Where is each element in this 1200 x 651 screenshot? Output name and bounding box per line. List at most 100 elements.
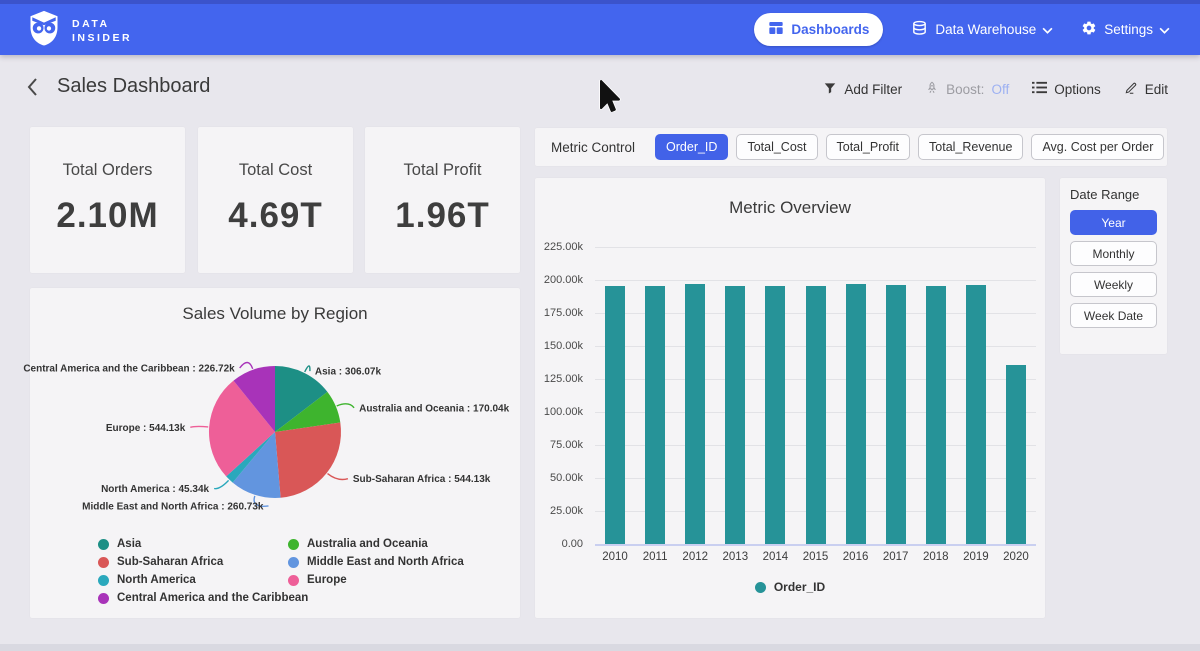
x-tick-label: 2019 <box>956 551 996 563</box>
range-button-monthly[interactable]: Monthly <box>1070 241 1157 266</box>
gridline <box>595 280 1036 281</box>
settings-menu[interactable]: Settings <box>1081 20 1170 39</box>
kpi-total-cost: Total Cost 4.69T <box>198 127 353 273</box>
legend-dot <box>288 575 299 586</box>
list-icon <box>1032 81 1047 97</box>
pie-slice-label: North America : 45.34k <box>101 484 209 495</box>
y-tick-label: 200.00k <box>535 274 583 286</box>
page-header: Sales Dashboard Add Filter Boost: Off Op… <box>0 55 1200 121</box>
pie-slice-label: Asia : 306.07k <box>315 367 382 378</box>
bar-2010[interactable] <box>605 286 625 544</box>
metric-button-total-profit[interactable]: Total_Profit <box>826 134 911 160</box>
bar-x-axis: 2010201120122013201420152016201720182019… <box>595 551 1036 567</box>
pie-legend-col-0: Asia Sub-Saharan Africa North America Centr… <box>98 535 308 607</box>
pie-slice-label: Europe : 544.13k <box>106 423 186 434</box>
legend-dot <box>98 575 109 586</box>
kpi-value: 2.10M <box>30 196 185 236</box>
kpi-total-orders: Total Orders 2.10M <box>30 127 185 273</box>
add-filter-button[interactable]: Add Filter <box>823 81 902 98</box>
brand-logo[interactable]: DATA INSIDER <box>26 9 132 52</box>
chevron-down-icon <box>1042 22 1053 37</box>
legend-dot-order-id <box>755 582 766 593</box>
rocket-icon <box>925 80 939 98</box>
pie-legend-item[interactable]: Asia <box>98 535 308 553</box>
brand-line1: DATA <box>72 18 132 30</box>
top-navbar: DATA INSIDER Dashboards Data W <box>0 0 1200 55</box>
x-tick-label: 2015 <box>796 551 836 563</box>
pie-slice-sub-saharan-africa[interactable] <box>275 423 341 498</box>
sales-volume-chart-card: Sales Volume by Region Asia : 306.07kAus… <box>30 288 520 618</box>
pie-legend-item[interactable]: Europe <box>288 571 464 589</box>
kpi-total-profit: Total Profit 1.96T <box>365 127 520 273</box>
legend-dot <box>98 593 109 604</box>
metric-button-order-id[interactable]: Order_ID <box>655 134 728 160</box>
pie-callout-line <box>305 366 310 372</box>
legend-dot <box>98 557 109 568</box>
pie-slice-label: Central America and the Caribbean : 226.… <box>23 364 235 375</box>
metric-button-avg-cost-per-order[interactable]: Avg. Cost per Order <box>1031 134 1164 160</box>
edit-button[interactable]: Edit <box>1124 81 1168 98</box>
pie-callout-line <box>240 362 253 368</box>
gear-icon <box>1081 20 1097 39</box>
legend-label: Australia and Oceania <box>307 538 428 550</box>
metric-control-bar: Metric Control Order_ID Total_Cost Total… <box>535 128 1167 166</box>
x-tick-label: 2014 <box>755 551 795 563</box>
kpi-value: 1.96T <box>365 196 520 236</box>
legend-label: Central America and the Caribbean <box>117 592 308 604</box>
options-button[interactable]: Options <box>1032 81 1101 97</box>
pie-legend-item[interactable]: North America <box>98 571 308 589</box>
bar-2019[interactable] <box>966 285 986 544</box>
x-tick-label: 2013 <box>715 551 755 563</box>
x-tick-label: 2011 <box>635 551 675 563</box>
legend-label: Sub-Saharan Africa <box>117 556 223 568</box>
pie-legend-item[interactable]: Central America and the Caribbean <box>98 589 308 607</box>
bar-2015[interactable] <box>806 286 826 544</box>
dashboards-button[interactable]: Dashboards <box>754 13 883 46</box>
bar-plot <box>595 247 1036 544</box>
x-tick-label: 2017 <box>876 551 916 563</box>
pie-legend-item[interactable]: Sub-Saharan Africa <box>98 553 308 571</box>
gridline <box>595 544 1036 546</box>
pie-slice-label: Australia and Oceania : 170.04k <box>359 403 510 414</box>
bar-2013[interactable] <box>725 286 745 544</box>
y-tick-label: 0.00 <box>535 538 583 550</box>
pie-callout-line <box>214 480 229 488</box>
data-warehouse-menu[interactable]: Data Warehouse <box>911 20 1053 40</box>
navbar-actions: Dashboards Data Warehouse <box>754 4 1170 55</box>
metric-button-total-revenue[interactable]: Total_Revenue <box>918 134 1023 160</box>
bar-legend: Order_ID <box>535 580 1045 594</box>
footer-strip <box>0 644 1200 651</box>
bar-2014[interactable] <box>765 286 785 544</box>
bar-2017[interactable] <box>886 285 906 544</box>
bar-2020[interactable] <box>1006 365 1026 544</box>
gridline <box>595 247 1036 248</box>
x-tick-label: 2018 <box>916 551 956 563</box>
date-range-label: Date Range <box>1070 187 1157 202</box>
legend-label: Asia <box>117 538 141 550</box>
pie-legend-item[interactable]: Middle East and North Africa <box>288 553 464 571</box>
metric-button-total-cost[interactable]: Total_Cost <box>736 134 817 160</box>
y-tick-label: 175.00k <box>535 307 583 319</box>
y-tick-label: 50.00k <box>535 472 583 484</box>
bar-2011[interactable] <box>645 286 665 544</box>
range-button-weekly[interactable]: Weekly <box>1070 272 1157 297</box>
range-button-week-date[interactable]: Week Date <box>1070 303 1157 328</box>
kpi-value: 4.69T <box>198 196 353 236</box>
legend-dot <box>288 557 299 568</box>
x-tick-label: 2020 <box>996 551 1036 563</box>
range-button-year[interactable]: Year <box>1070 210 1157 235</box>
pie-slice-label: Sub-Saharan Africa : 544.13k <box>353 474 491 485</box>
x-tick-label: 2010 <box>595 551 635 563</box>
pie-callout-line <box>190 426 208 427</box>
brand-line2: INSIDER <box>72 32 132 44</box>
bar-2016[interactable] <box>846 284 866 544</box>
back-button[interactable] <box>26 77 38 100</box>
bar-2018[interactable] <box>926 286 946 544</box>
bar-2012[interactable] <box>685 284 705 544</box>
kpi-label: Total Orders <box>30 161 185 180</box>
x-tick-label: 2016 <box>836 551 876 563</box>
boost-toggle[interactable]: Boost: Off <box>925 80 1009 98</box>
brand-text: DATA INSIDER <box>72 18 132 44</box>
pie-legend-item[interactable]: Australia and Oceania <box>288 535 464 553</box>
legend-label: Europe <box>307 574 347 586</box>
